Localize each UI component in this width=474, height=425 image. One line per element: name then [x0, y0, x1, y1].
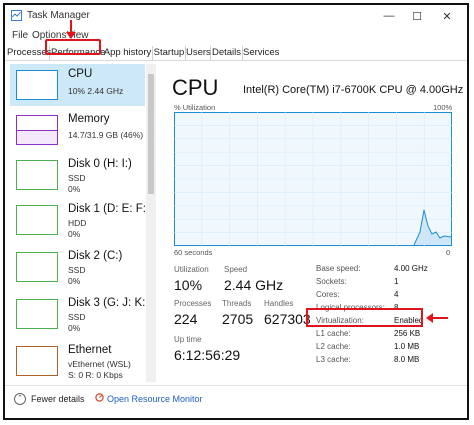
sidebar-item-detail: 0%: [68, 229, 81, 239]
sidebar-item-type: HDD: [68, 218, 87, 228]
spec-label: Cores:: [316, 290, 340, 299]
disk-thumbnail: [16, 160, 58, 190]
sidebar-item-ethernet[interactable]: Ethernet vEthernet (WSL) S: 0 R: 0 Kbps: [10, 340, 145, 382]
spec-value: 4.00 GHz: [394, 264, 428, 273]
sidebar-item-detail: S: 0 R: 0 Kbps: [68, 370, 123, 380]
cpu-thumbnail: [16, 70, 58, 100]
sidebar-item-adapter: vEthernet (WSL): [68, 359, 131, 369]
disk-thumbnail: [16, 299, 58, 329]
spec-value: 256 KB: [394, 329, 421, 338]
tab-processes[interactable]: Processes: [7, 46, 51, 60]
utilization-label: Utilization: [174, 265, 209, 274]
sidebar-item-type: SSD: [68, 312, 86, 322]
sidebar-item-label: Disk 2 (C:): [68, 250, 123, 262]
virtualization-highlight: [306, 308, 423, 327]
disk-thumbnail: [16, 252, 58, 282]
annotation-arrow-left: [432, 317, 448, 319]
maximize-button[interactable]: ☐: [403, 7, 431, 25]
sidebar-item-detail: 0%: [68, 276, 81, 286]
handles-value: 627303: [264, 311, 311, 327]
sidebar-item-label: Memory: [68, 113, 110, 125]
footer-bar: ⌃ Fewer details Open Resource Monitor: [5, 385, 467, 419]
graph-axis-label: % Utilization: [174, 103, 216, 112]
tab-details[interactable]: Details: [211, 46, 243, 60]
ethernet-thumbnail: [16, 346, 58, 376]
memory-thumbnail: [16, 115, 58, 145]
sidebar-item-detail: 14.7/31.9 GB (46%): [68, 130, 144, 140]
graph-time-label: 60 seconds: [174, 248, 213, 257]
handles-label: Handles: [264, 299, 294, 308]
sidebar-item-disk0[interactable]: Disk 0 (H: I:) SSD 0%: [10, 154, 145, 196]
sidebar-item-memory[interactable]: Memory 14.7/31.9 GB (46%): [10, 109, 145, 151]
performance-tab-highlight: [45, 39, 101, 55]
sidebar-item-type: SSD: [68, 173, 86, 183]
spec-label: L1 cache:: [316, 329, 351, 338]
graph-max-label: 100%: [433, 103, 453, 112]
annotation-arrow-head: [66, 32, 76, 39]
spec-value: 1: [394, 277, 399, 286]
sidebar-item-label: Disk 0 (H: I:): [68, 158, 132, 170]
sidebar-item-type: SSD: [68, 265, 86, 275]
tab-app-history[interactable]: App history: [103, 46, 153, 60]
close-button[interactable]: ✕: [433, 7, 461, 25]
spec-value: 8.0 MB: [394, 355, 420, 364]
menu-file[interactable]: File: [12, 30, 28, 41]
uptime-value: 6:12:56:29: [174, 347, 241, 363]
sidebar-item-detail: 10% 2.44 GHz: [68, 86, 124, 96]
resource-list: CPU 10% 2.44 GHz Memory 14.7/31.9 GB (46…: [10, 64, 145, 382]
graph-min-label: 0: [446, 248, 451, 257]
task-manager-icon: [11, 10, 22, 21]
tab-users[interactable]: Users: [186, 46, 211, 60]
title-bar: Task Manager — ☐ ✕: [5, 5, 467, 27]
chevron-up-icon[interactable]: ⌃: [14, 393, 26, 405]
cpu-model: Intel(R) Core(TM) i7-6700K CPU @ 4.00GHz: [243, 84, 464, 96]
sidebar-item-label: Ethernet: [68, 344, 112, 356]
uptime-label: Up time: [174, 335, 202, 344]
fewer-details-button[interactable]: Fewer details: [31, 394, 85, 404]
spec-value: 4: [394, 290, 399, 299]
spec-label: L2 cache:: [316, 342, 351, 351]
sidebar-item-detail: 0%: [68, 323, 81, 333]
resource-monitor-icon: [95, 393, 104, 402]
cpu-utilization-graph: [174, 112, 452, 246]
threads-label: Threads: [222, 299, 252, 308]
spec-label: L3 cache:: [316, 355, 351, 364]
annotation-arrow-head: [426, 313, 433, 323]
spec-label: Sockets:: [316, 277, 347, 286]
sidebar-item-detail: 0%: [68, 184, 81, 194]
resource-list-scrollbar[interactable]: [146, 64, 156, 382]
sidebar-item-disk2[interactable]: Disk 2 (C:) SSD 0%: [10, 246, 145, 288]
sidebar-item-label: CPU: [68, 68, 93, 80]
sidebar-item-disk1[interactable]: Disk 1 (D: E: F:) HDD 0%: [10, 199, 145, 241]
tab-startup[interactable]: Startup: [153, 46, 186, 60]
scrollbar-thumb[interactable]: [148, 74, 154, 194]
speed-label: Speed: [224, 265, 248, 274]
spec-value: 1.0 MB: [394, 342, 420, 351]
sidebar-item-disk3[interactable]: Disk 3 (G: J: K: M SSD 0%: [10, 293, 145, 335]
sidebar-item-label: Disk 3 (G: J: K: M: [68, 297, 145, 309]
sidebar-item-cpu[interactable]: CPU 10% 2.44 GHz: [10, 64, 145, 106]
spec-label: Base speed:: [316, 264, 361, 273]
window-title: Task Manager: [27, 10, 90, 21]
tab-services[interactable]: Services: [243, 46, 279, 60]
utilization-value: 10%: [174, 277, 203, 293]
speed-value: 2.44 GHz: [224, 277, 284, 293]
disk-thumbnail: [16, 205, 58, 235]
sidebar-item-label: Disk 1 (D: E: F:): [68, 203, 145, 215]
minimize-button[interactable]: —: [375, 7, 403, 25]
open-resource-monitor-link[interactable]: Open Resource Monitor: [107, 394, 203, 404]
page-title: CPU: [172, 75, 219, 100]
processes-label: Processes: [174, 299, 212, 308]
threads-value: 2705: [222, 311, 254, 327]
task-manager-window: Task Manager — ☐ ✕ File Options View Pro…: [3, 3, 469, 420]
processes-value: 224: [174, 311, 198, 327]
